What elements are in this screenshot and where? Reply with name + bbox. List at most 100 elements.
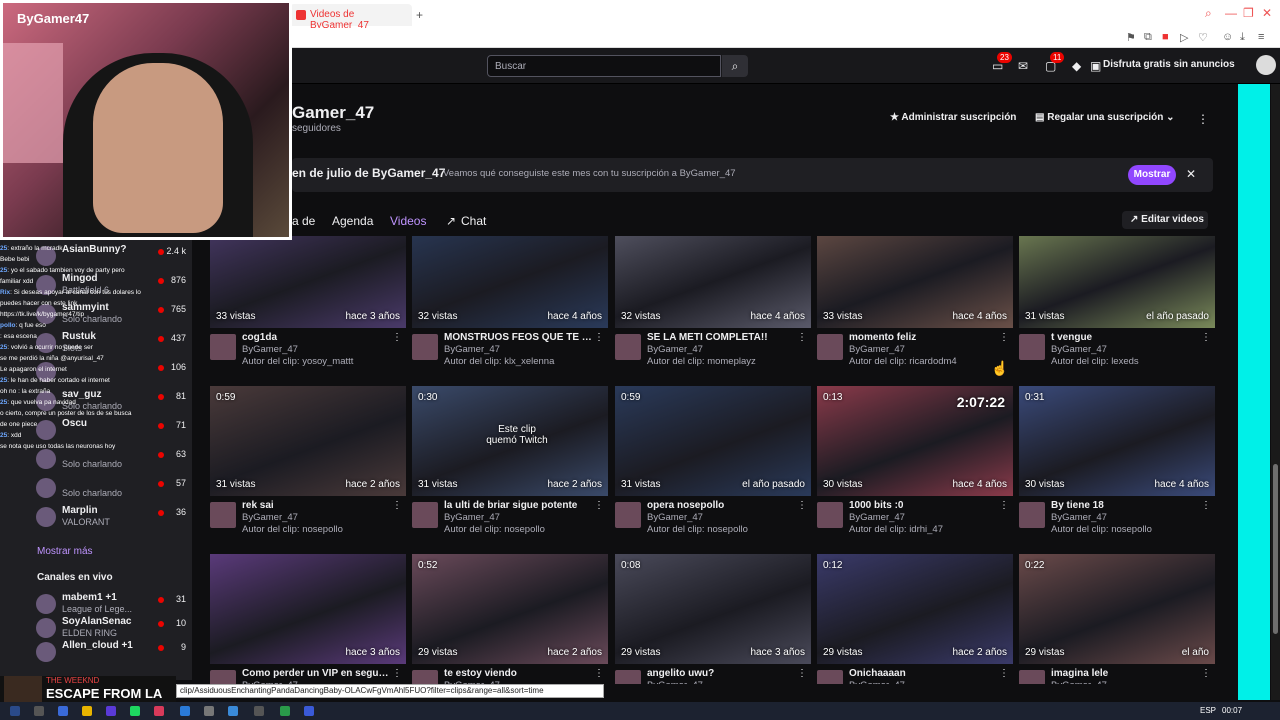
clip-more-options-icon[interactable]: ⋮ [1201, 500, 1211, 511]
clip-author[interactable]: Autor del clip: lexeds [1051, 356, 1139, 367]
clip-thumbnail[interactable]: 0:59 31 vistas hace 2 años [210, 386, 406, 496]
clip-more-options-icon[interactable]: ⋮ [594, 668, 604, 679]
maximize-button[interactable]: ❐ [1243, 6, 1254, 20]
clip-channel[interactable]: ByGamer_47 [242, 344, 298, 355]
clip-more-options-icon[interactable]: ⋮ [594, 500, 604, 511]
tab-about[interactable]: a de [292, 214, 315, 228]
clip-channel[interactable]: ByGamer_47 [849, 680, 905, 684]
clip-channel[interactable]: ByGamer_47 [242, 512, 298, 523]
bits-icon[interactable]: ◆ [1072, 59, 1081, 73]
show-more-link[interactable]: Mostrar más [37, 546, 93, 557]
clip-more-options-icon[interactable]: ⋮ [797, 668, 807, 679]
taskbar-app-icon[interactable] [254, 706, 264, 716]
channel-avatar[interactable] [210, 670, 236, 684]
channel-avatar[interactable] [1019, 502, 1045, 528]
clip-channel[interactable]: ByGamer_47 [444, 344, 500, 355]
channel-avatar[interactable] [615, 670, 641, 684]
taskbar-app-icon[interactable] [304, 706, 314, 716]
clip-author[interactable]: Autor del clip: nosepollo [1051, 524, 1152, 535]
clip-title[interactable]: te estoy viendo [444, 668, 594, 679]
taskbar-app-icon[interactable] [34, 706, 44, 716]
clip-title[interactable]: By tiene 18 [1051, 500, 1201, 511]
extension-icon[interactable]: ■ [1162, 31, 1169, 43]
clip-title[interactable]: SE LA METI COMPLETA!! [647, 332, 797, 343]
channel-avatar[interactable] [1019, 670, 1045, 684]
clip-channel[interactable]: ByGamer_47 [1051, 344, 1107, 355]
screenshot-icon[interactable]: ⧉ [1144, 31, 1152, 44]
sidebar-channel-item[interactable]: Marplin VALORANT 36 [36, 505, 186, 531]
clip-thumbnail[interactable]: 0:59 31 vistas el año pasado [615, 386, 811, 496]
clip-more-options-icon[interactable]: ⋮ [797, 332, 807, 343]
clip-thumbnail[interactable]: 0:52 29 vistas hace 2 años [412, 554, 608, 664]
page-scrollbar[interactable] [1271, 84, 1280, 700]
channel-avatar[interactable] [412, 670, 438, 684]
sidebar-channel-item[interactable]: Solo charlando 57 [36, 476, 186, 502]
clip-author[interactable]: Autor del clip: klx_xelenna [444, 356, 554, 367]
clip-more-options-icon[interactable]: ⋮ [392, 668, 402, 679]
taskbar-app-icon[interactable] [130, 706, 140, 716]
clip-title[interactable]: momento feliz [849, 332, 999, 343]
clip-author[interactable]: Autor del clip: idrhi_47 [849, 524, 943, 535]
clip-title[interactable]: rek sai [242, 500, 392, 511]
clip-channel[interactable]: ByGamer_47 [1051, 512, 1107, 523]
taskbar-app-icon[interactable] [154, 706, 164, 716]
channel-avatar[interactable] [817, 502, 843, 528]
language-indicator[interactable]: ESP [1200, 706, 1216, 715]
clip-thumbnail[interactable]: 0:31 30 vistas hace 4 años [1019, 386, 1215, 496]
show-recap-button[interactable]: Mostrar [1128, 165, 1176, 185]
sidebar-channel-item[interactable]: Allen_cloud +1 9 [36, 640, 186, 666]
clip-channel[interactable]: ByGamer_47 [647, 680, 703, 684]
clock[interactable]: 00:07 [1222, 706, 1242, 715]
user-avatar[interactable] [1256, 55, 1276, 75]
channel-avatar[interactable] [210, 334, 236, 360]
tab-schedule[interactable]: Agenda [332, 214, 373, 228]
clip-thumbnail[interactable]: 0:13 2:07:22 30 vistas hace 4 años [817, 386, 1013, 496]
clip-more-options-icon[interactable]: ⋮ [999, 668, 1009, 679]
bookmark-icon[interactable]: ⚑ [1126, 31, 1136, 44]
channel-avatar[interactable] [1019, 334, 1045, 360]
manage-subscription-button[interactable]: ★ Administrar suscripción [890, 112, 1016, 128]
clip-thumbnail[interactable]: 32 vistas hace 4 años [412, 236, 608, 328]
taskbar-app-icon[interactable] [82, 706, 92, 716]
channel-avatar[interactable] [615, 502, 641, 528]
ad-free-button[interactable]: Disfruta gratis sin anuncios [1103, 59, 1235, 70]
edit-videos-button[interactable]: ↗ Editar videos [1122, 211, 1208, 229]
start-icon[interactable] [10, 706, 20, 716]
clip-author[interactable]: Autor del clip: nosepollo [444, 524, 545, 535]
clip-channel[interactable]: ByGamer_47 [1051, 680, 1107, 684]
clip-author[interactable]: Autor del clip: momeplayz [647, 356, 756, 367]
taskbar-app-icon[interactable] [106, 706, 116, 716]
clip-title[interactable]: 1000 bits :0 [849, 500, 999, 511]
clip-more-options-icon[interactable]: ⋮ [594, 332, 604, 343]
download-icon[interactable]: ⤓ [1240, 31, 1245, 44]
clip-author[interactable]: Autor del clip: ricardodm4 [849, 356, 957, 367]
channel-avatar[interactable] [210, 502, 236, 528]
clip-thumbnail[interactable]: hace 3 años [210, 554, 406, 664]
clip-more-options-icon[interactable]: ⋮ [392, 332, 402, 343]
profile-icon[interactable]: ☺ [1222, 31, 1233, 43]
clip-thumbnail[interactable]: 33 vistas hace 4 años [817, 236, 1013, 328]
clip-thumbnail[interactable]: 0:08 29 vistas hace 3 años [615, 554, 811, 664]
play-icon[interactable]: ▷ [1180, 31, 1188, 44]
scrollbar-thumb[interactable] [1273, 464, 1278, 634]
clip-title[interactable]: imagina lele [1051, 668, 1201, 679]
clip-thumbnail[interactable]: 32 vistas hace 4 años [615, 236, 811, 328]
browser-tab[interactable]: Videos de ByGamer_47 [290, 4, 412, 31]
taskbar-app-icon[interactable] [280, 706, 290, 716]
clip-title[interactable]: Onichaaaan [849, 668, 999, 679]
clip-thumbnail[interactable]: 0:12 29 vistas hace 2 años [817, 554, 1013, 664]
taskbar-app-icon[interactable] [180, 706, 190, 716]
channel-avatar[interactable] [615, 334, 641, 360]
clip-author[interactable]: Autor del clip: nosepollo [647, 524, 748, 535]
sidebar-channel-item[interactable]: mabem1 +1 League of Lege... 31 [36, 592, 186, 618]
clip-author[interactable]: Autor del clip: nosepollo [242, 524, 343, 535]
clip-title[interactable]: cog1da [242, 332, 392, 343]
clip-thumbnail[interactable]: 0:30 Este clip quemó Twitch 31 vistas hace … [412, 386, 608, 496]
mail-icon[interactable]: ✉ [1018, 59, 1028, 73]
clip-more-options-icon[interactable]: ⋮ [999, 500, 1009, 511]
heart-icon[interactable]: ♡ [1198, 31, 1208, 44]
clip-more-options-icon[interactable]: ⋮ [1201, 668, 1211, 679]
taskbar-app-icon[interactable] [58, 706, 68, 716]
clip-channel[interactable]: ByGamer_47 [647, 512, 703, 523]
clip-channel[interactable]: ByGamer_47 [444, 512, 500, 523]
